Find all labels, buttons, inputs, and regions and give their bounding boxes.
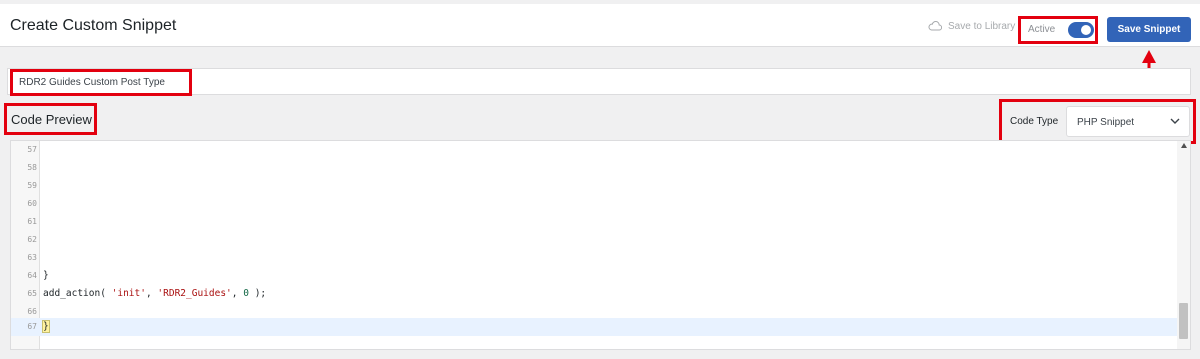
code-type-select[interactable]: PHP Snippet xyxy=(1066,106,1190,137)
line-number: 67 xyxy=(27,322,37,331)
save-to-library-button[interactable]: Save to Library xyxy=(928,17,1015,35)
line-code: add_action( 'init', 'RDR2_Guides', 0 ); xyxy=(43,288,267,299)
line-number: 57 xyxy=(27,145,37,154)
save-snippet-button[interactable]: Save Snippet xyxy=(1107,17,1191,42)
page-title: Create Custom Snippet xyxy=(10,17,177,34)
code-line: 62 xyxy=(11,231,1178,249)
code-type-value: PHP Snippet xyxy=(1077,117,1135,128)
line-number: 62 xyxy=(27,235,37,244)
save-to-library-label: Save to Library xyxy=(948,20,1016,32)
line-number: 59 xyxy=(27,181,37,190)
line-code: } xyxy=(42,318,50,336)
line-number: 63 xyxy=(27,253,37,262)
line-number: 58 xyxy=(27,163,37,172)
cloud-icon xyxy=(928,21,942,31)
app-root: Create Custom Snippet Save to Library Ac… xyxy=(0,0,1200,359)
code-line: 60 xyxy=(11,195,1178,213)
scroll-up-arrow-icon[interactable] xyxy=(1181,143,1187,148)
code-preview-heading-box: Code Preview xyxy=(4,103,97,135)
line-number: 60 xyxy=(27,199,37,208)
line-number: 65 xyxy=(27,289,37,298)
code-editor[interactable]: 57 58 59 60 61 62 63 64 } 65 add_action(… xyxy=(10,140,1191,350)
active-toggle[interactable] xyxy=(1068,22,1094,38)
code-line: 59 xyxy=(11,177,1178,195)
code-line: 64 } xyxy=(11,267,1178,285)
code-line-current: 67 } xyxy=(11,318,1178,336)
code-line: 58 xyxy=(11,159,1178,177)
active-toggle-group: Active xyxy=(1018,16,1098,44)
chevron-down-icon xyxy=(1170,118,1180,124)
code-preview-heading: Code Preview xyxy=(11,112,92,127)
code-line: 57 xyxy=(11,141,1178,159)
snippet-title-row xyxy=(7,68,1191,96)
line-number: 61 xyxy=(27,217,37,226)
line-number: 64 xyxy=(27,271,37,280)
code-line: 61 xyxy=(11,213,1178,231)
header-bar: Create Custom Snippet Save to Library Ac… xyxy=(0,4,1200,47)
matched-bracket: } xyxy=(42,320,50,333)
snippet-title-input[interactable] xyxy=(10,69,192,96)
editor-scrollbar[interactable] xyxy=(1177,141,1190,349)
code-type-label: Code Type xyxy=(1010,116,1059,127)
toggle-knob xyxy=(1081,25,1091,35)
line-code: } xyxy=(43,270,49,281)
scrollbar-thumb[interactable] xyxy=(1179,303,1188,339)
code-line: 65 add_action( 'init', 'RDR2_Guides', 0 … xyxy=(11,285,1178,303)
active-label: Active xyxy=(1028,24,1056,35)
code-line: 63 xyxy=(11,249,1178,267)
code-type-group: Code Type PHP Snippet xyxy=(999,99,1196,144)
